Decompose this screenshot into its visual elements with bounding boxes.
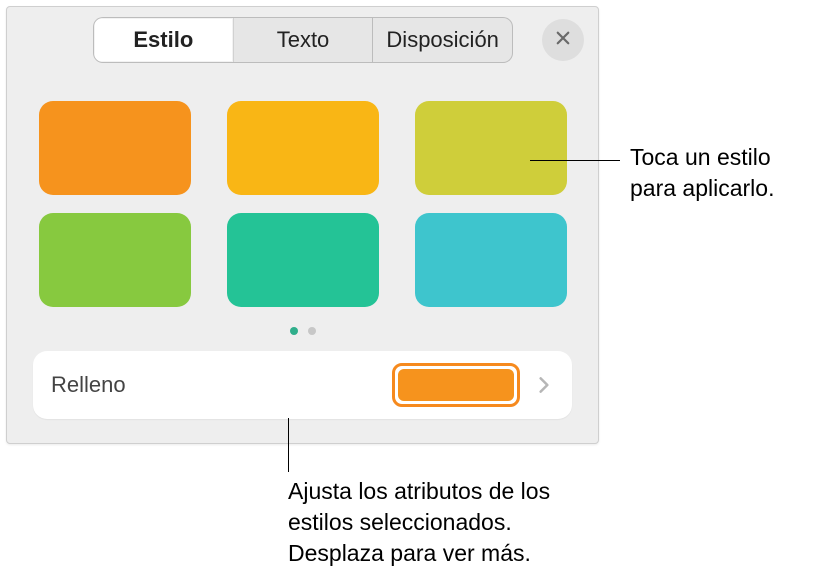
format-panel: Estilo Texto Disposición Relleno [6, 6, 599, 444]
page-indicator [7, 327, 598, 341]
tab-text-label: Texto [277, 27, 330, 53]
tab-bar: Estilo Texto Disposición [93, 17, 513, 63]
fill-label: Relleno [51, 372, 392, 398]
swatch-olive[interactable] [415, 101, 567, 195]
tab-layout[interactable]: Disposición [373, 18, 512, 62]
close-icon [554, 29, 572, 52]
tab-layout-label: Disposición [386, 27, 499, 53]
callout-line-bottom [288, 418, 289, 472]
fill-color-swatch[interactable] [392, 363, 520, 407]
callout-bottom: Ajusta los atributos de los estilos sele… [288, 476, 598, 569]
callout-top: Toca un estilo para aplicarlo. [630, 142, 810, 204]
style-swatch-grid [39, 101, 569, 307]
fill-row[interactable]: Relleno [33, 351, 572, 419]
swatch-green[interactable] [39, 213, 191, 307]
chevron-right-icon [534, 375, 554, 395]
page-dot-1[interactable] [308, 327, 316, 335]
swatch-orange[interactable] [39, 101, 191, 195]
swatch-cyan[interactable] [415, 213, 567, 307]
tab-style-label: Estilo [133, 27, 193, 53]
close-button[interactable] [542, 19, 584, 61]
swatch-teal[interactable] [227, 213, 379, 307]
tab-text[interactable]: Texto [234, 18, 374, 62]
fill-color-inner [398, 369, 514, 401]
callout-line-top [530, 160, 620, 161]
page-dot-0[interactable] [290, 327, 298, 335]
swatch-amber[interactable] [227, 101, 379, 195]
tab-style[interactable]: Estilo [94, 18, 234, 62]
